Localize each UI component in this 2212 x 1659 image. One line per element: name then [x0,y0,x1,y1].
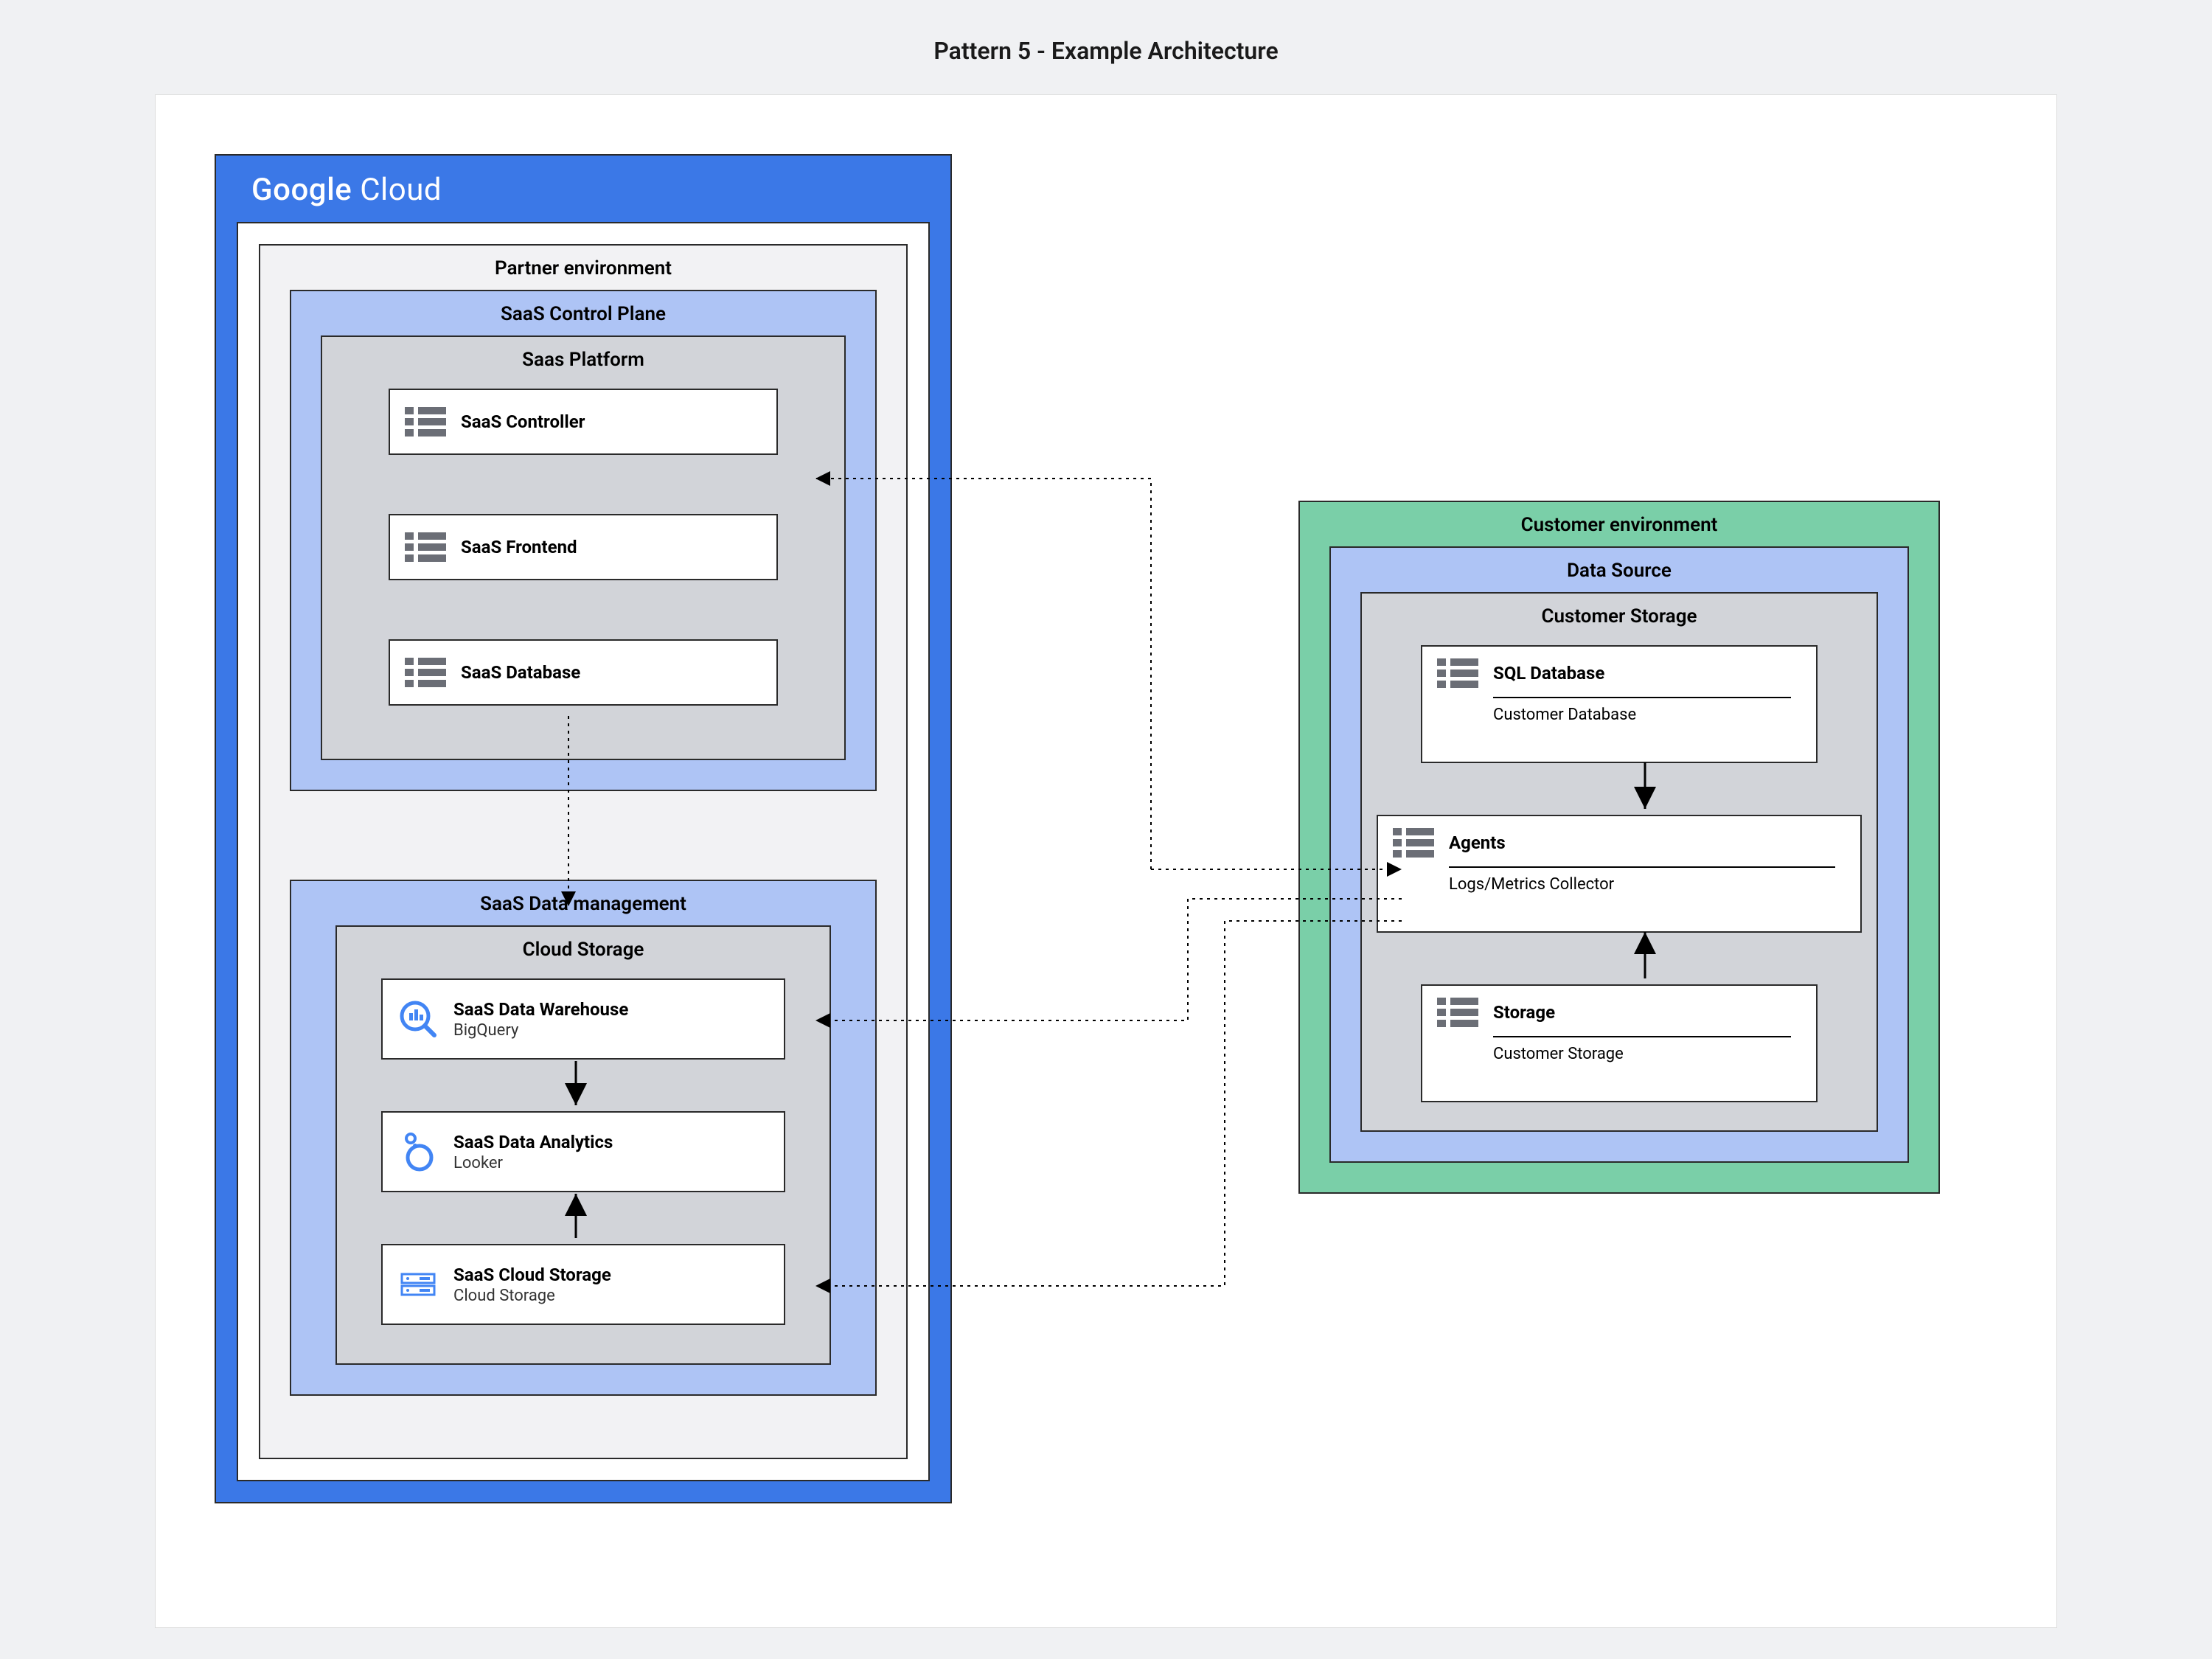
customer-environment: Customer environment Data Source Custome… [1298,501,1940,1194]
saas-controller-card: SaaS Controller [389,389,778,455]
looker-icon [397,1131,439,1172]
item-label: SQL Database [1493,663,1604,684]
agents-card: Agents Logs/Metrics Collector [1377,815,1862,933]
google-cloud-inner: Partner environment SaaS Control Plane S… [237,222,930,1481]
saas-data-management: SaaS Data management Cloud Storage SaaS … [290,880,877,1396]
saas-data-mgmt-title: SaaS Data management [291,881,875,927]
saas-cloud-storage-card: SaaS Cloud Storage Cloud Storage [381,1244,785,1325]
item-label: SaaS Controller [461,411,585,432]
saas-control-plane-title: SaaS Control Plane [291,291,875,337]
saas-control-plane: SaaS Control Plane Saas Platform SaaS Co… [290,290,877,791]
compute-icon [1437,658,1478,688]
saas-database-card: SaaS Database [389,639,778,706]
item-label: SaaS Cloud Storage [453,1265,611,1285]
partner-env-title: Partner environment [260,246,906,291]
item-sublabel: Looker [453,1154,613,1172]
divider [1449,866,1835,868]
customer-storage-title: Customer Storage [1362,594,1877,639]
item-label: Storage [1493,1002,1555,1023]
compute-icon [1393,828,1434,858]
data-source-title: Data Source [1331,548,1907,594]
saas-frontend-card: SaaS Frontend [389,514,778,580]
item-label: Agents [1449,832,1506,853]
item-sublabel: Customer Database [1493,706,1801,724]
partner-environment: Partner environment SaaS Control Plane S… [259,244,908,1459]
compute-icon [405,532,446,562]
item-sublabel: Logs/Metrics Collector [1449,875,1846,894]
sql-database-card: SQL Database Customer Database [1421,645,1818,763]
storage-card: Storage Customer Storage [1421,984,1818,1102]
cloud-storage-icon [397,1264,439,1305]
cloud-storage-container: Cloud Storage SaaS Data Warehouse BigQue… [335,925,831,1365]
saas-data-analytics-card: SaaS Data Analytics Looker [381,1111,785,1192]
data-source: Data Source Customer Storage SQL Databas… [1329,546,1909,1163]
google-cloud-frame: Google Cloud Partner environment SaaS Co… [215,154,952,1503]
bigquery-icon [397,998,439,1040]
diagram-canvas: Google Cloud Partner environment SaaS Co… [155,94,2057,1628]
item-sublabel: Customer Storage [1493,1045,1801,1063]
compute-icon [1437,998,1478,1027]
cloud-storage-title: Cloud Storage [337,927,830,973]
compute-icon [405,407,446,437]
customer-storage: Customer Storage SQL Database Customer D… [1360,592,1878,1132]
customer-env-title: Customer environment [1300,502,1938,548]
page-title: Pattern 5 - Example Architecture [0,0,2212,94]
saas-platform: Saas Platform SaaS Controller [321,335,846,760]
item-sublabel: Cloud Storage [453,1287,611,1305]
google-cloud-logo: Google Cloud [216,156,950,208]
saas-platform-title: Saas Platform [322,337,844,383]
item-label: SaaS Data Warehouse [453,999,628,1020]
compute-icon [405,658,446,687]
divider [1493,1036,1791,1037]
divider [1493,697,1791,698]
item-sublabel: BigQuery [453,1021,628,1040]
item-label: SaaS Frontend [461,537,577,557]
item-label: SaaS Data Analytics [453,1132,613,1152]
item-label: SaaS Database [461,662,580,683]
saas-data-warehouse-card: SaaS Data Warehouse BigQuery [381,978,785,1060]
